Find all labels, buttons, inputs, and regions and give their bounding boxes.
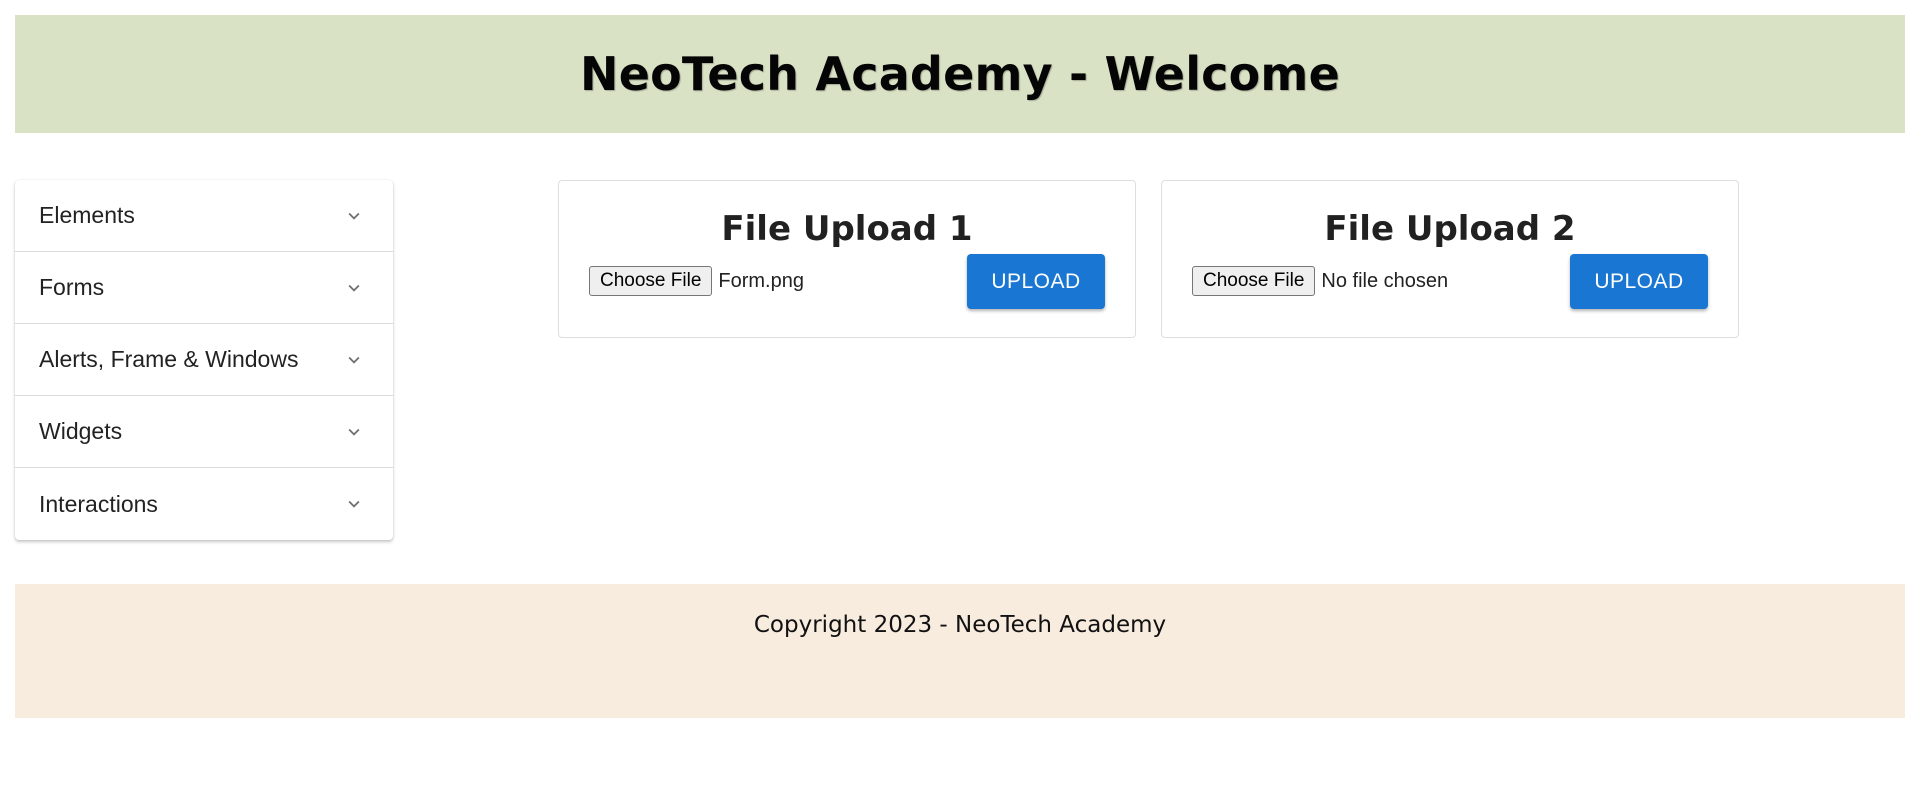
page: NeoTech Academy - Welcome Elements Forms… xyxy=(0,0,1920,800)
upload-card-title: File Upload 1 xyxy=(721,209,973,249)
file-input-1: Choose File Form.png xyxy=(589,266,804,296)
chevron-down-icon xyxy=(343,205,365,227)
chevron-down-icon xyxy=(343,421,365,443)
sidebar-item-elements[interactable]: Elements xyxy=(15,180,393,252)
page-footer: Copyright 2023 - NeoTech Academy xyxy=(15,584,1905,718)
page-title: NeoTech Academy - Welcome xyxy=(580,47,1340,101)
file-input-2: Choose File No file chosen xyxy=(1192,266,1448,296)
file-status-text: No file chosen xyxy=(1321,269,1449,292)
chevron-down-icon xyxy=(343,277,365,299)
choose-file-button[interactable]: Choose File xyxy=(1192,266,1316,296)
sidebar-item-forms[interactable]: Forms xyxy=(15,252,393,324)
chevron-down-icon xyxy=(343,493,365,515)
sidebar-item-label: Widgets xyxy=(39,418,123,444)
upload-button-1[interactable]: UPLOAD xyxy=(967,254,1105,309)
choose-file-button[interactable]: Choose File xyxy=(589,266,713,296)
chevron-down-icon xyxy=(343,349,365,371)
sidebar-item-label: Forms xyxy=(39,274,105,300)
sidebar-item-widgets[interactable]: Widgets xyxy=(15,396,393,468)
copyright-text: Copyright 2023 - NeoTech Academy xyxy=(753,612,1167,638)
file-status-text: Form.png xyxy=(718,269,804,292)
upload-card-title: File Upload 2 xyxy=(1324,209,1576,249)
page-header: NeoTech Academy - Welcome xyxy=(15,15,1905,133)
upload-button-2[interactable]: UPLOAD xyxy=(1570,254,1708,309)
file-upload-card-2: File Upload 2 Choose File No file chosen… xyxy=(1161,180,1739,338)
file-upload-card-1: File Upload 1 Choose File Form.png UPLOA… xyxy=(558,180,1136,338)
sidebar-item-interactions[interactable]: Interactions xyxy=(15,468,393,540)
sidebar-item-label: Interactions xyxy=(39,490,158,517)
sidebar-item-alerts-frame-windows[interactable]: Alerts, Frame & Windows xyxy=(15,324,393,396)
sidebar-accordion: Elements Forms Alerts, Frame & Windows W… xyxy=(15,180,393,540)
sidebar-item-label: Alerts, Frame & Windows xyxy=(39,346,299,372)
sidebar-item-label: Elements xyxy=(39,202,135,228)
